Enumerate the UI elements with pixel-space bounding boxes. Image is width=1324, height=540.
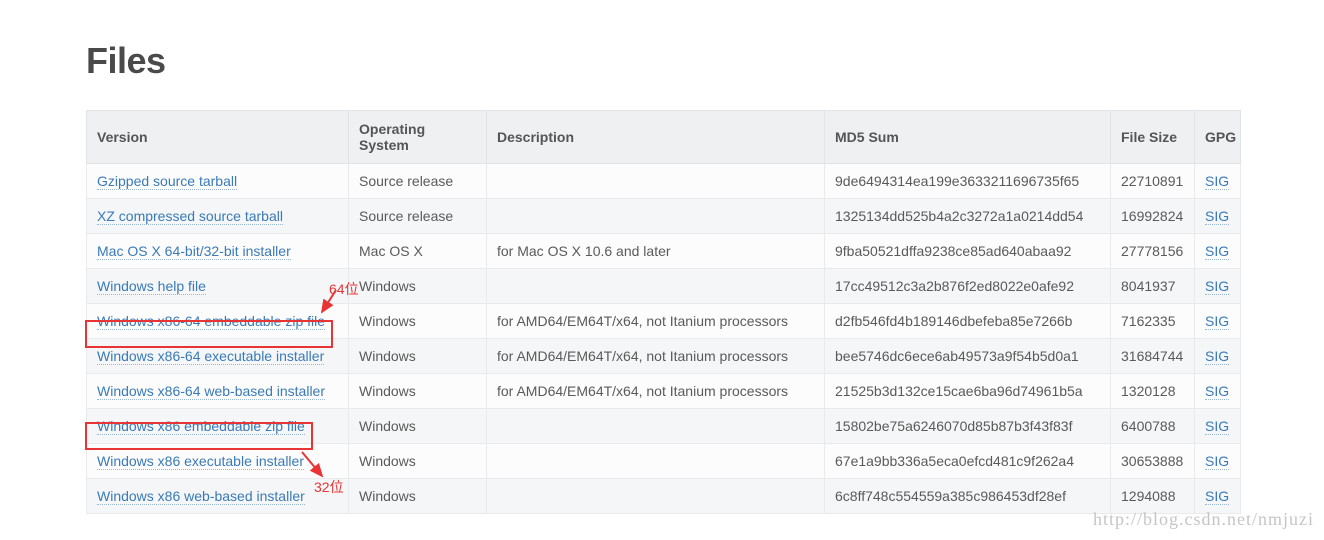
- os-cell: Source release: [349, 164, 487, 199]
- version-link[interactable]: Windows x86-64 web-based installer: [97, 383, 325, 400]
- gpg-sig-link[interactable]: SIG: [1205, 383, 1229, 400]
- os-cell: Source release: [349, 199, 487, 234]
- desc-cell: [487, 269, 825, 304]
- gpg-sig-link[interactable]: SIG: [1205, 208, 1229, 225]
- gpg-sig-link[interactable]: SIG: [1205, 313, 1229, 330]
- md5-cell: 15802be75a6246070d85b87b3f43f83f: [825, 409, 1111, 444]
- version-link[interactable]: Windows x86-64 embeddable zip file: [97, 313, 325, 330]
- md5-cell: 67e1a9bb336a5eca0efcd481c9f262a4: [825, 444, 1111, 479]
- gpg-sig-link[interactable]: SIG: [1205, 453, 1229, 470]
- os-cell: Windows: [349, 409, 487, 444]
- desc-cell: [487, 199, 825, 234]
- gpg-sig-link[interactable]: SIG: [1205, 488, 1229, 505]
- desc-cell: for AMD64/EM64T/x64, not Itanium process…: [487, 339, 825, 374]
- desc-cell: [487, 164, 825, 199]
- version-link[interactable]: Windows x86 executable installer: [97, 453, 304, 470]
- col-os: Operating System: [349, 111, 487, 164]
- os-cell: Windows: [349, 339, 487, 374]
- version-link[interactable]: Gzipped source tarball: [97, 173, 237, 190]
- size-cell: 30653888: [1111, 444, 1195, 479]
- table-row: Gzipped source tarball Source release 9de6…: [87, 164, 1241, 199]
- desc-cell: for AMD64/EM64T/x64, not Itanium process…: [487, 374, 825, 409]
- desc-cell: [487, 444, 825, 479]
- size-cell: 7162335: [1111, 304, 1195, 339]
- os-cell: Windows: [349, 269, 487, 304]
- table-row: Windows x86-64 embeddable zip file Window…: [87, 304, 1241, 339]
- version-link[interactable]: Windows help file: [97, 278, 206, 295]
- gpg-sig-link[interactable]: SIG: [1205, 243, 1229, 260]
- md5-cell: 21525b3d132ce15cae6ba96d74961b5a: [825, 374, 1111, 409]
- watermark: http://blog.csdn.net/nmjuzi: [1093, 509, 1314, 530]
- size-cell: 8041937: [1111, 269, 1195, 304]
- os-cell: Windows: [349, 374, 487, 409]
- md5-cell: 9de6494314ea199e3633211696735f65: [825, 164, 1111, 199]
- os-cell: Mac OS X: [349, 234, 487, 269]
- desc-cell: [487, 409, 825, 444]
- size-cell: 27778156: [1111, 234, 1195, 269]
- files-table: Version Operating System Description MD5…: [86, 110, 1241, 514]
- col-md5: MD5 Sum: [825, 111, 1111, 164]
- version-link[interactable]: Windows x86-64 executable installer: [97, 348, 324, 365]
- md5-cell: 9fba50521dffa9238ce85ad640abaa92: [825, 234, 1111, 269]
- size-cell: 16992824: [1111, 199, 1195, 234]
- size-cell: 1320128: [1111, 374, 1195, 409]
- table-row: Windows x86 web-based installer Windows 6c…: [87, 479, 1241, 514]
- os-cell: Windows: [349, 444, 487, 479]
- table-row: Windows x86-64 executable installer Windo…: [87, 339, 1241, 374]
- col-version: Version: [87, 111, 349, 164]
- table-row: Windows x86 executable installer Windows 6…: [87, 444, 1241, 479]
- desc-cell: for Mac OS X 10.6 and later: [487, 234, 825, 269]
- md5-cell: d2fb546fd4b189146dbefeba85e7266b: [825, 304, 1111, 339]
- os-cell: Windows: [349, 304, 487, 339]
- version-link[interactable]: XZ compressed source tarball: [97, 208, 283, 225]
- size-cell: 22710891: [1111, 164, 1195, 199]
- gpg-sig-link[interactable]: SIG: [1205, 278, 1229, 295]
- table-row: Mac OS X 64-bit/32-bit installer Mac OS X…: [87, 234, 1241, 269]
- table-row: XZ compressed source tarball Source relea…: [87, 199, 1241, 234]
- version-link[interactable]: Mac OS X 64-bit/32-bit installer: [97, 243, 291, 260]
- col-size: File Size: [1111, 111, 1195, 164]
- os-cell: Windows: [349, 479, 487, 514]
- table-header-row: Version Operating System Description MD5…: [87, 111, 1241, 164]
- size-cell: 6400788: [1111, 409, 1195, 444]
- col-gpg: GPG: [1195, 111, 1241, 164]
- table-row: Windows x86 embeddable zip file Windows 15…: [87, 409, 1241, 444]
- col-desc: Description: [487, 111, 825, 164]
- table-row: Windows x86-64 web-based installer Window…: [87, 374, 1241, 409]
- gpg-sig-link[interactable]: SIG: [1205, 173, 1229, 190]
- md5-cell: 1325134dd525b4a2c3272a1a0214dd54: [825, 199, 1111, 234]
- md5-cell: 17cc49512c3a2b876f2ed8022e0afe92: [825, 269, 1111, 304]
- desc-cell: [487, 479, 825, 514]
- gpg-sig-link[interactable]: SIG: [1205, 348, 1229, 365]
- gpg-sig-link[interactable]: SIG: [1205, 418, 1229, 435]
- md5-cell: bee5746dc6ece6ab49573a9f54b5d0a1: [825, 339, 1111, 374]
- table-row: Windows help file Windows 17cc49512c3a2b87…: [87, 269, 1241, 304]
- version-link[interactable]: Windows x86 embeddable zip file: [97, 418, 305, 435]
- md5-cell: 6c8ff748c554559a385c986453df28ef: [825, 479, 1111, 514]
- version-link[interactable]: Windows x86 web-based installer: [97, 488, 305, 505]
- page-title: Files: [86, 40, 1238, 82]
- desc-cell: for AMD64/EM64T/x64, not Itanium process…: [487, 304, 825, 339]
- size-cell: 31684744: [1111, 339, 1195, 374]
